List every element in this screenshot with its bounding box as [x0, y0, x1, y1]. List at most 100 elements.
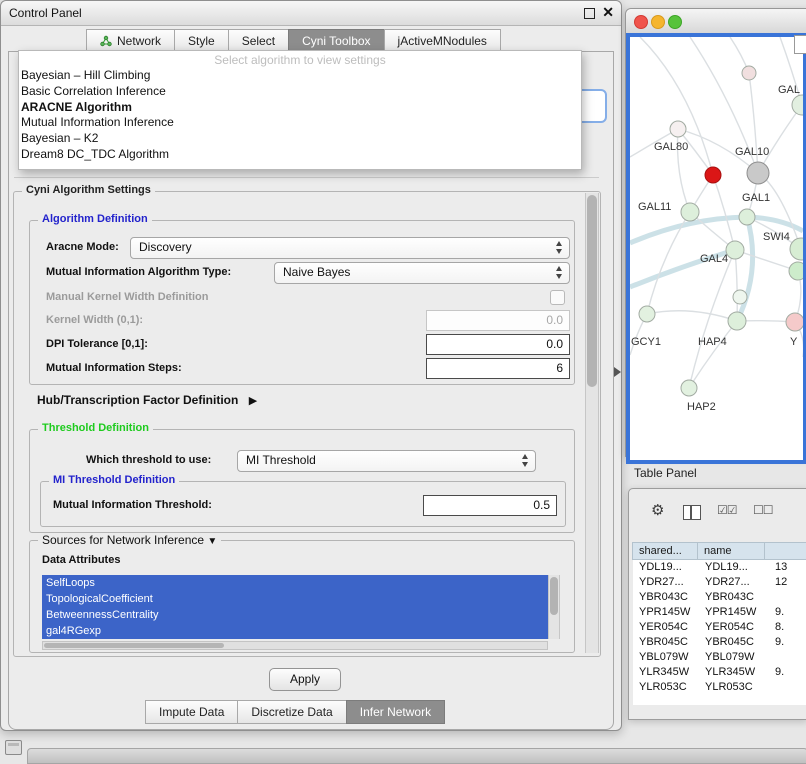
table-panel-title: Table Panel — [634, 466, 697, 480]
network-edge[interactable] — [640, 37, 713, 175]
partial-toolbar-box[interactable] — [794, 35, 806, 54]
dropdown-item[interactable]: Dream8 DC_TDC Algorithm — [19, 147, 581, 163]
minimized-panel-icon[interactable] — [5, 740, 22, 755]
unchecked-pair-icon[interactable]: ☐☐ — [753, 503, 773, 517]
table-row[interactable]: YBR043CYBR043C — [633, 590, 806, 605]
tab-label: jActiveMNodules — [398, 30, 487, 52]
network-node[interactable] — [639, 306, 655, 322]
table-row[interactable]: YDL19...YDL19...13 — [633, 560, 806, 575]
tab-discretize-data[interactable]: Discretize Data — [237, 700, 346, 724]
which-threshold-combobox[interactable]: MI Threshold — [237, 450, 536, 472]
network-node-label: SWI4 — [763, 231, 790, 243]
network-view-window: GALGAL80GAL10GAL1GAL11SWI4GAL4GCY1HAP4YH… — [625, 8, 806, 457]
table-cell — [767, 650, 806, 665]
group-title: MI Threshold Definition — [49, 474, 179, 486]
network-edge[interactable] — [758, 105, 802, 173]
hub-definition-toggle[interactable]: Hub/Transcription Factor Definition ▶ — [37, 391, 257, 407]
table-cell: YLR053C — [699, 680, 767, 695]
column-header[interactable]: shared... — [632, 542, 698, 560]
float-window-icon[interactable] — [584, 8, 595, 19]
network-node[interactable] — [747, 162, 769, 184]
attribute-list-hscrollbar[interactable] — [42, 641, 548, 650]
network-node[interactable] — [739, 209, 755, 225]
expand-arrow-icon: ▶ — [249, 395, 257, 407]
table-row[interactable]: YBL079WYBL079W — [633, 650, 806, 665]
tab-impute-data[interactable]: Impute Data — [145, 700, 238, 724]
dpi-tolerance-field[interactable]: 0.0 — [426, 334, 570, 355]
list-item[interactable]: TopologicalCoefficient — [42, 591, 548, 607]
table-row[interactable]: YBR045CYBR045C9. — [633, 635, 806, 650]
network-node[interactable] — [681, 203, 699, 221]
mi-type-combobox[interactable]: Naive Bayes — [274, 262, 570, 284]
network-edge[interactable] — [749, 73, 758, 173]
table-row[interactable]: YER054CYER054C8. — [633, 620, 806, 635]
scrollbar-thumb[interactable] — [44, 643, 224, 648]
network-node[interactable] — [792, 95, 803, 115]
tab-infer-network[interactable]: Infer Network — [346, 700, 445, 724]
columns-icon[interactable] — [683, 505, 701, 520]
scrollbar-thumb[interactable] — [550, 577, 558, 615]
network-node[interactable] — [726, 241, 744, 259]
network-svg[interactable]: GALGAL80GAL10GAL1GAL11SWI4GAL4GCY1HAP4YH… — [630, 37, 803, 452]
network-node-label: Y — [790, 336, 798, 348]
network-node[interactable] — [790, 238, 803, 260]
attribute-list-scrollbar[interactable] — [548, 575, 560, 639]
table-row[interactable]: YPR145WYPR145W9. — [633, 605, 806, 620]
zoom-traffic-light-icon[interactable] — [668, 15, 682, 29]
scrollbar-thumb[interactable] — [587, 195, 597, 387]
checked-pair-icon[interactable]: ☑☑ — [717, 503, 737, 517]
network-edge[interactable] — [689, 321, 737, 388]
network-node[interactable] — [670, 121, 686, 137]
aracne-mode-combobox[interactable]: Discovery — [130, 237, 570, 259]
network-window-titlebar[interactable] — [626, 9, 806, 34]
network-canvas[interactable]: GALGAL80GAL10GAL1GAL11SWI4GAL4GCY1HAP4YH… — [626, 33, 806, 464]
minimize-traffic-light-icon[interactable] — [651, 15, 665, 29]
close-traffic-light-icon[interactable] — [634, 15, 648, 29]
panel-splitter-arrow[interactable] — [614, 367, 621, 377]
network-edge[interactable] — [735, 250, 798, 271]
network-node[interactable] — [786, 313, 803, 331]
network-edge[interactable] — [735, 250, 737, 321]
dropdown-item[interactable]: Bayesian – K2 — [19, 131, 581, 147]
network-edge[interactable] — [647, 311, 737, 321]
network-node[interactable] — [733, 290, 747, 304]
gear-icon[interactable]: ⚙ — [651, 501, 664, 519]
combobox-value: Naive Bayes — [283, 263, 350, 282]
list-item[interactable]: SelfLoops — [42, 575, 548, 591]
mi-steps-field[interactable]: 6 — [426, 358, 570, 379]
list-item[interactable]: gal4RGexp — [42, 623, 548, 639]
close-icon[interactable]: ✕ — [602, 4, 614, 21]
list-item[interactable]: BetweennessCentrality — [42, 607, 548, 623]
dropdown-item-selected[interactable]: ARACNE Algorithm — [19, 100, 581, 116]
top-tab-bar: Network Style Select Cyni Toolbox jActiv… — [87, 29, 501, 51]
column-header[interactable]: name — [697, 542, 765, 560]
table-row[interactable]: YLR053CYLR053C — [633, 680, 806, 695]
table-row[interactable]: YLR345WYLR345W9. — [633, 665, 806, 680]
table-row[interactable]: YDR27...YDR27...12 — [633, 575, 806, 590]
dropdown-item[interactable]: Basic Correlation Inference — [19, 84, 581, 100]
mi-threshold-field[interactable]: 0.5 — [423, 495, 557, 516]
combobox-arrows-icon — [521, 454, 530, 467]
settings-scrollbar[interactable] — [585, 193, 599, 653]
manual-kernel-checkbox[interactable] — [550, 290, 565, 305]
network-node[interactable] — [681, 380, 697, 396]
data-attributes-label: Data Attributes — [42, 550, 120, 570]
apply-button[interactable]: Apply — [269, 668, 341, 691]
control-panel-titlebar[interactable]: Control Panel ✕ — [1, 1, 621, 26]
network-node[interactable] — [705, 167, 721, 183]
tab-label: Select — [242, 30, 275, 52]
column-header[interactable] — [764, 542, 806, 560]
dropdown-item[interactable]: Mutual Information Inference — [19, 115, 581, 131]
combobox-value: Discovery — [139, 238, 192, 257]
network-node-label: GAL1 — [742, 192, 770, 204]
network-node[interactable] — [789, 262, 803, 280]
network-tab-icon — [100, 35, 112, 47]
network-edge[interactable] — [737, 217, 753, 321]
network-node[interactable] — [742, 66, 756, 80]
network-edge[interactable] — [713, 175, 735, 250]
kernel-width-field[interactable]: 0.0 — [426, 310, 570, 331]
network-node[interactable] — [728, 312, 746, 330]
dropdown-item[interactable]: Bayesian – Hill Climbing — [19, 68, 581, 84]
sources-toggle[interactable]: Sources for Network Inference ▼ — [38, 533, 221, 547]
tab-label: Infer Network — [360, 701, 431, 723]
